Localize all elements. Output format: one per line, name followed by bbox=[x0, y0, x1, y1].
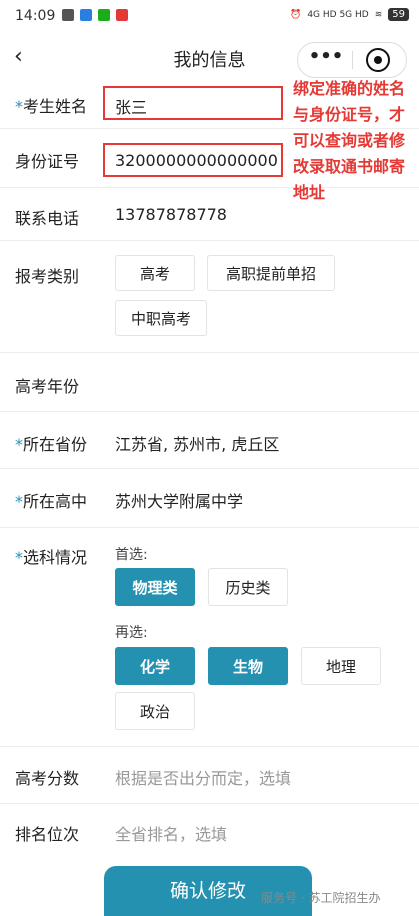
app-icon bbox=[98, 9, 110, 21]
id-input[interactable]: 3200000000000000 bbox=[103, 143, 283, 177]
second-choice-label: 再选: bbox=[115, 625, 148, 641]
capsule-divider bbox=[352, 51, 353, 69]
year-picker[interactable] bbox=[115, 363, 405, 401]
app-icon bbox=[80, 9, 92, 21]
wifi-icon: ≋ bbox=[374, 9, 383, 20]
status-bar: 14:09 ⏰ 4G HD 5G HD ≋ 59 bbox=[0, 0, 419, 34]
id-value: 3200000000000000 bbox=[115, 151, 278, 170]
score-label: 高考分数 bbox=[15, 769, 80, 788]
school-label: *所在高中 bbox=[15, 492, 88, 511]
row-rank: 排名位次 全省排名，选填 bbox=[0, 804, 419, 860]
row-exam-type: 报考类别 高考 高职提前单招 中职高考 bbox=[0, 241, 419, 353]
status-time: 14:09 bbox=[15, 8, 56, 24]
province-label: *所在省份 bbox=[15, 435, 88, 454]
nav-bar: ‹ 我的信息 ••• bbox=[0, 34, 419, 80]
province-value[interactable]: 江苏省, 苏州市, 虎丘区 bbox=[115, 431, 279, 455]
network-label: 4G HD 5G HD bbox=[307, 9, 369, 20]
school-value[interactable]: 苏州大学附属中学 bbox=[115, 488, 243, 512]
year-label: 高考年份 bbox=[15, 377, 80, 396]
row-phone: 联系电话 13787878778 bbox=[0, 188, 419, 241]
close-target-icon[interactable] bbox=[366, 48, 390, 72]
phone-label: 联系电话 bbox=[15, 209, 80, 228]
subjects-label: *选科情况 bbox=[15, 548, 88, 567]
name-input[interactable]: 张三 bbox=[103, 86, 283, 120]
more-icon[interactable]: ••• bbox=[308, 46, 344, 67]
row-school: *所在高中 苏州大学附属中学 bbox=[0, 469, 419, 528]
status-app-icons bbox=[62, 9, 128, 21]
app-icon bbox=[116, 9, 128, 21]
name-label: *考生姓名 bbox=[15, 97, 88, 116]
row-province: *所在省份 江苏省, 苏州市, 虎丘区 bbox=[0, 412, 419, 469]
subject-biology[interactable]: 生物 bbox=[208, 647, 288, 685]
phone-value: 13787878778 bbox=[115, 205, 227, 224]
battery-icon: 59 bbox=[388, 8, 409, 21]
exam-type-option[interactable]: 中职高考 bbox=[115, 300, 207, 336]
subject-chemistry[interactable]: 化学 bbox=[115, 647, 195, 685]
chat-icon bbox=[62, 9, 74, 21]
name-value: 张三 bbox=[115, 98, 148, 117]
mini-program-capsule: ••• bbox=[297, 42, 407, 78]
subject-history[interactable]: 历史类 bbox=[208, 568, 288, 606]
alarm-icon: ⏰ bbox=[290, 9, 302, 20]
subject-geography[interactable]: 地理 bbox=[301, 647, 381, 685]
rank-input[interactable]: 全省排名，选填 bbox=[115, 821, 227, 845]
subject-physics[interactable]: 物理类 bbox=[115, 568, 195, 606]
exam-type-label: 报考类别 bbox=[15, 267, 80, 286]
row-subjects: *选科情况 首选: 物理类 历史类 再选: 化学 生物 地理 政治 bbox=[0, 528, 419, 747]
id-label: 身份证号 bbox=[15, 152, 80, 171]
rank-label: 排名位次 bbox=[15, 825, 80, 844]
exam-type-option[interactable]: 高考 bbox=[115, 255, 195, 291]
row-score: 高考分数 根据是否出分而定，选填 bbox=[0, 747, 419, 804]
score-input[interactable]: 根据是否出分而定，选填 bbox=[115, 765, 291, 789]
exam-type-option[interactable]: 高职提前单招 bbox=[207, 255, 335, 291]
subject-politics[interactable]: 政治 bbox=[115, 692, 195, 730]
status-right: ⏰ 4G HD 5G HD ≋ 59 bbox=[290, 8, 409, 21]
first-choice-label: 首选: bbox=[115, 547, 148, 563]
watermark: 服务号 · 苏工院招生办 bbox=[261, 891, 381, 905]
annotation-text: 绑定准确的姓名与身份证号，才可以查询或者修改录取通书邮寄地址 bbox=[293, 79, 406, 202]
row-year: 高考年份 bbox=[0, 353, 419, 412]
